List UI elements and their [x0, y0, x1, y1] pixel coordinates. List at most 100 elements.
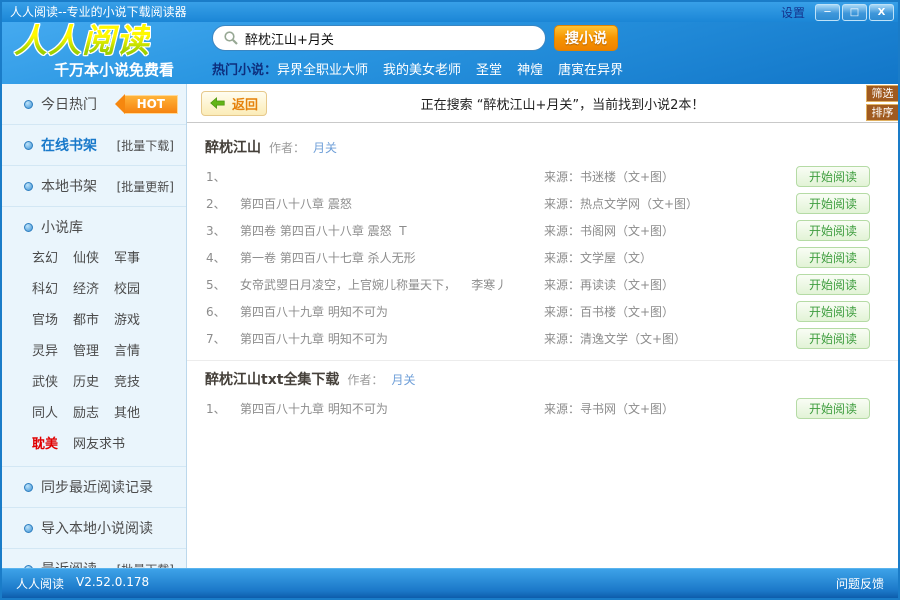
row-number: 1、 — [206, 400, 240, 417]
result-section: 醉枕江山txt全集下载作者：月关1、第四百八十九章 明知不可为来源：寻书网（文+… — [187, 360, 898, 422]
category-link[interactable]: 耽美 — [32, 433, 58, 452]
author-link[interactable]: 月关 — [313, 139, 337, 156]
author-link[interactable]: 月关 — [391, 371, 415, 388]
category-link[interactable]: 其他 — [114, 402, 140, 421]
start-reading-button[interactable]: 开始阅读 — [796, 398, 870, 419]
start-reading-button[interactable]: 开始阅读 — [796, 328, 870, 349]
bullet-icon — [24, 524, 33, 533]
category-row: 灵异管理言情 — [2, 334, 186, 365]
start-reading-button[interactable]: 开始阅读 — [796, 247, 870, 268]
category-link[interactable]: 军事 — [114, 247, 140, 266]
sidebar-item-label: 同步最近阅读记录 — [41, 477, 153, 497]
result-row: 5、女帝武曌日月凌空，上官婉儿称量天下， 李寒丿来源：再读读（文+图）开始阅读 — [187, 271, 898, 298]
back-button[interactable]: 返回 — [201, 91, 267, 116]
category-link[interactable]: 灵异 — [32, 340, 58, 359]
source-text: 来源：文学屋（文） — [544, 249, 796, 266]
sidebar-item-import-local[interactable]: 导入本地小说阅读 — [2, 508, 186, 549]
sidebar-item-label: 最近阅读 — [41, 559, 97, 568]
batch-update-link[interactable]: [批量更新] — [117, 178, 174, 195]
sidebar-item-novel-library[interactable]: 小说库 — [2, 207, 186, 241]
header: 人人阅读 千万本小说免费看 搜小说 热门小说： 异界全职业大师我的美女老师圣堂神… — [2, 22, 898, 84]
chapter-link[interactable]: 第四卷 第四百八十八章 震怒 T — [240, 222, 544, 239]
sidebar-item-label: 本地书架 — [41, 176, 97, 196]
search-box — [212, 25, 546, 51]
start-reading-button[interactable]: 开始阅读 — [796, 193, 870, 214]
titlebar-right: 设置 ─ □ X — [781, 4, 894, 21]
result-row: 4、第一卷 第四百八十七章 杀人无形来源：文学屋（文）开始阅读 — [187, 244, 898, 271]
row-number: 2、 — [206, 195, 240, 212]
sidebar-item-sync-history[interactable]: 同步最近阅读记录 — [2, 467, 186, 508]
result-row: 2、第四百八十八章 震怒来源：热点文学网（文+图）开始阅读 — [187, 190, 898, 217]
search-input[interactable] — [245, 31, 535, 46]
category-link[interactable]: 言情 — [114, 340, 140, 359]
search-icon — [223, 30, 239, 46]
search-button[interactable]: 搜小说 — [554, 25, 618, 51]
category-row: 玄幻仙侠军事 — [2, 241, 186, 272]
source-text: 来源：寻书网（文+图） — [544, 400, 796, 417]
category-link[interactable]: 科幻 — [32, 278, 58, 297]
window-controls: ─ □ X — [815, 4, 894, 21]
category-link[interactable]: 仙侠 — [73, 247, 99, 266]
batch-download-link[interactable]: [批量下载] — [117, 561, 174, 569]
sidebar-item-recent-reading[interactable]: 最近阅读 [批量下载] — [2, 549, 186, 568]
logo-title: 人人阅读 — [14, 24, 150, 58]
chapter-link[interactable]: 第四百八十九章 明知不可为 — [240, 330, 544, 347]
row-number: 4、 — [206, 249, 240, 266]
sidebar-item-local-shelf[interactable]: 本地书架 [批量更新] — [2, 166, 186, 207]
start-reading-button[interactable]: 开始阅读 — [796, 220, 870, 241]
chapter-link[interactable]: 女帝武曌日月凌空，上官婉儿称量天下， 李寒丿 — [240, 276, 544, 293]
bullet-icon — [24, 100, 33, 109]
chapter-link[interactable]: 第四百八十九章 明知不可为 — [240, 400, 544, 417]
chapter-link[interactable]: 第一卷 第四百八十七章 杀人无形 — [240, 249, 544, 266]
source-text: 来源：清逸文学（文+图） — [544, 330, 796, 347]
settings-button[interactable]: 设置 — [781, 4, 805, 21]
row-number: 7、 — [206, 330, 240, 347]
chapter-link[interactable]: 第四百八十八章 震怒 — [240, 195, 544, 212]
category-row: 耽美网友求书 — [2, 427, 186, 458]
start-reading-button[interactable]: 开始阅读 — [796, 166, 870, 187]
hot-novel-link[interactable]: 唐寅在异界 — [558, 63, 623, 78]
footer-left: 人人阅读 V2.52.0.178 — [16, 575, 149, 592]
header-right: 搜小说 热门小说： 异界全职业大师我的美女老师圣堂神煌唐寅在异界 — [212, 22, 898, 84]
category-link[interactable]: 官场 — [32, 309, 58, 328]
hot-novel-link[interactable]: 我的美女老师 — [383, 63, 461, 78]
filter-button[interactable]: 筛选 — [866, 85, 898, 102]
chapter-link[interactable]: 第四百八十九章 明知不可为 — [240, 303, 544, 320]
result-row: 7、第四百八十九章 明知不可为来源：清逸文学（文+图）开始阅读 — [187, 325, 898, 352]
category-link[interactable]: 同人 — [32, 402, 58, 421]
category-link[interactable]: 校园 — [114, 278, 140, 297]
hot-novel-link[interactable]: 神煌 — [517, 63, 543, 78]
close-button[interactable]: X — [869, 4, 894, 21]
category-link[interactable]: 玄幻 — [32, 247, 58, 266]
sort-button[interactable]: 排序 — [866, 104, 898, 121]
category-link[interactable]: 网友求书 — [73, 433, 125, 452]
back-arrow-icon — [210, 97, 225, 109]
category-link[interactable]: 都市 — [73, 309, 99, 328]
category-row: 武侠历史竞技 — [2, 365, 186, 396]
maximize-button[interactable]: □ — [842, 4, 867, 21]
category-link[interactable]: 励志 — [73, 402, 99, 421]
book-title: 醉枕江山txt全集下载 — [205, 369, 339, 389]
category-link[interactable]: 武侠 — [32, 371, 58, 390]
window-title: 人人阅读--专业的小说下载阅读器 — [10, 2, 187, 22]
sidebar: 今日热门 HOT 在线书架 [批量下载] 本地书架 [批量更新] 小说库 玄幻仙… — [2, 84, 187, 568]
row-number: 6、 — [206, 303, 240, 320]
category-link[interactable]: 历史 — [73, 371, 99, 390]
minimize-button[interactable]: ─ — [815, 4, 840, 21]
category-link[interactable]: 竞技 — [114, 371, 140, 390]
sidebar-item-today-hot[interactable]: 今日热门 HOT — [2, 84, 186, 125]
row-number: 3、 — [206, 222, 240, 239]
start-reading-button[interactable]: 开始阅读 — [796, 274, 870, 295]
bullet-icon — [24, 141, 33, 150]
hot-novel-link[interactable]: 异界全职业大师 — [277, 63, 368, 78]
category-link[interactable]: 管理 — [73, 340, 99, 359]
app-window: 人人阅读--专业的小说下载阅读器 设置 ─ □ X 人人阅读 千万本小说免费看 — [0, 0, 900, 600]
feedback-link[interactable]: 问题反馈 — [836, 575, 884, 592]
sidebar-item-online-shelf[interactable]: 在线书架 [批量下载] — [2, 125, 186, 166]
batch-download-link[interactable]: [批量下载] — [117, 137, 174, 154]
result-row: 3、第四卷 第四百八十八章 震怒 T来源：书阁网（文+图）开始阅读 — [187, 217, 898, 244]
start-reading-button[interactable]: 开始阅读 — [796, 301, 870, 322]
hot-novel-link[interactable]: 圣堂 — [476, 63, 502, 78]
category-link[interactable]: 游戏 — [114, 309, 140, 328]
category-link[interactable]: 经济 — [73, 278, 99, 297]
